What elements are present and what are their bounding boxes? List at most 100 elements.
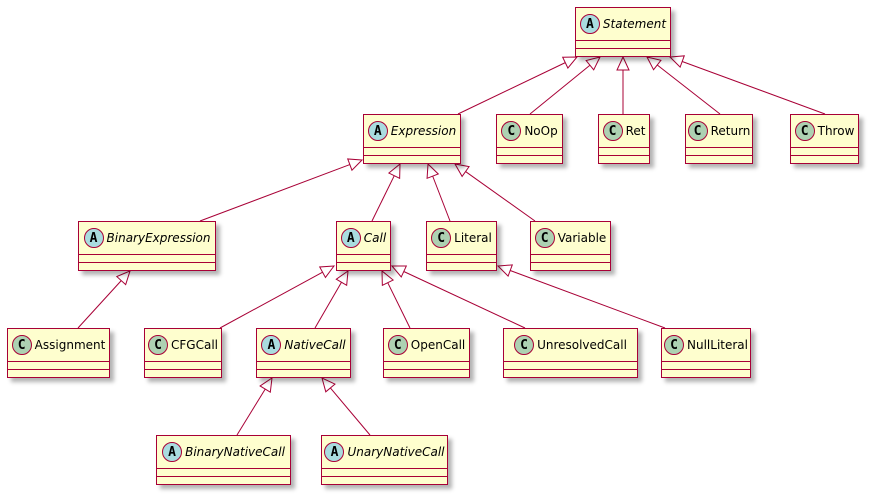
class-no-op[interactable]: C NoOp (496, 114, 563, 164)
class-name: NullLiteral (687, 338, 748, 352)
class-header: C Assignment (8, 329, 109, 362)
inheritance-Return-Statement (646, 56, 721, 115)
class-name: Assignment (34, 338, 106, 352)
abstract-class-icon: A (324, 442, 345, 462)
fields-compartment (157, 469, 290, 477)
class-header: C Literal (427, 222, 496, 255)
fields-compartment (8, 362, 109, 370)
inheritance-UnaryNativeCall-NativeCall (321, 377, 371, 436)
class-icon: C (534, 228, 555, 248)
class-header: C OpenCall (384, 329, 469, 362)
edge-line (77, 280, 122, 329)
class-name: Throw (817, 124, 855, 138)
class-icon: C (387, 335, 408, 355)
class-name: Return (710, 124, 751, 138)
class-name: Literal (454, 231, 492, 245)
hollow-triangle-arrowhead-icon (585, 56, 601, 71)
class-header: A UnaryNativeCall (322, 436, 447, 469)
class-icon: C (687, 121, 708, 141)
edge-line (329, 387, 371, 436)
edge-line (219, 271, 323, 329)
inheritance-Ret-Statement (616, 55, 630, 114)
hollow-triangle-arrowhead-icon (390, 265, 408, 278)
abstract-class-icon: A (579, 14, 600, 34)
class-name: BinaryNativeCall (185, 445, 285, 459)
fields-compartment (427, 255, 496, 263)
fields-compartment (337, 255, 390, 263)
class-cfgcall[interactable]: C CFGCall (144, 328, 222, 378)
inheritance-Throw-Statement (668, 55, 826, 115)
class-name: Call (363, 231, 387, 245)
inheritance-NoOp-Statement (529, 56, 601, 115)
class-icon: C (514, 335, 535, 355)
fields-compartment (384, 362, 469, 370)
fields-compartment (576, 41, 670, 49)
class-icon: C (148, 335, 169, 355)
edge-line (510, 270, 666, 329)
class-name: Statement (602, 17, 667, 31)
inheritance-UnresolvedCall-Call (390, 265, 526, 329)
hollow-triangle-arrowhead-icon (335, 269, 349, 287)
inheritance-BinaryExpression-Expression (199, 158, 364, 222)
class-unary-native-call[interactable]: A UnaryNativeCall (321, 435, 448, 485)
inheritance-Expression-Statement (457, 56, 579, 115)
class-header: C NullLiteral (662, 329, 750, 362)
class-name: BinaryExpression (106, 231, 211, 245)
hollow-triangle-arrowhead-icon (616, 55, 630, 71)
inheritance-Assignment-BinaryExpression (77, 270, 131, 329)
class-binary-native-call[interactable]: A BinaryNativeCall (156, 435, 291, 485)
class-header: A BinaryExpression (79, 222, 215, 255)
fields-compartment (686, 148, 752, 156)
class-assignment[interactable]: C Assignment (7, 328, 110, 378)
edge-line (465, 171, 536, 222)
class-header: C Variable (531, 222, 610, 255)
class-header: A NativeCall (257, 329, 350, 362)
hollow-triangle-arrowhead-icon (381, 269, 395, 287)
edge-line (199, 164, 351, 222)
class-icon: C (501, 121, 522, 141)
class-throw[interactable]: C Throw (790, 114, 859, 164)
class-name: Ret (625, 124, 646, 138)
fields-compartment (322, 469, 447, 477)
abstract-class-icon: A (340, 228, 361, 248)
class-statement[interactable]: A Statement (575, 7, 671, 57)
hollow-triangle-arrowhead-icon (454, 163, 470, 178)
abstract-class-icon: A (261, 335, 282, 355)
class-header: A Statement (576, 8, 670, 41)
inheritance-Literal-Expression (426, 162, 451, 222)
class-unresolved-call[interactable]: C UnresolvedCall (503, 328, 638, 378)
hollow-triangle-arrowhead-icon (318, 265, 336, 279)
hollow-triangle-arrowhead-icon (346, 158, 364, 172)
class-name: UnaryNativeCall (347, 445, 445, 459)
class-icon: C (11, 335, 32, 355)
class-name: CFGCall (171, 338, 218, 352)
class-header: C NoOp (497, 115, 562, 148)
edge-line (682, 61, 826, 115)
class-literal[interactable]: C Literal (426, 221, 497, 271)
class-name: Variable (557, 231, 607, 245)
class-native-call[interactable]: A NativeCall (256, 328, 351, 378)
class-binary-expression[interactable]: A BinaryExpression (78, 221, 216, 271)
abstract-class-icon: A (83, 228, 104, 248)
inheritance-BinaryNativeCall-NativeCall (236, 376, 273, 436)
edge-line (387, 282, 411, 329)
class-expression[interactable]: A Expression (363, 114, 461, 164)
class-open-call[interactable]: C OpenCall (383, 328, 470, 378)
class-header: C Return (686, 115, 752, 148)
edge-line (236, 388, 266, 436)
class-name: UnresolvedCall (537, 338, 627, 352)
class-header: A Call (337, 222, 390, 255)
class-icon: C (602, 121, 623, 141)
class-variable[interactable]: C Variable (530, 221, 611, 271)
class-ret[interactable]: C Ret (598, 114, 650, 164)
hollow-triangle-arrowhead-icon (668, 55, 686, 69)
fields-compartment (531, 255, 610, 263)
fields-compartment (662, 362, 750, 370)
edge-line (529, 64, 591, 115)
inheritance-NullLiteral-Literal (496, 264, 666, 329)
inheritance-OpenCall-Call (381, 269, 411, 329)
class-call[interactable]: A Call (336, 221, 391, 271)
fields-compartment (145, 362, 221, 370)
class-null-literal[interactable]: C NullLiteral (661, 328, 751, 378)
class-return[interactable]: C Return (685, 114, 753, 164)
